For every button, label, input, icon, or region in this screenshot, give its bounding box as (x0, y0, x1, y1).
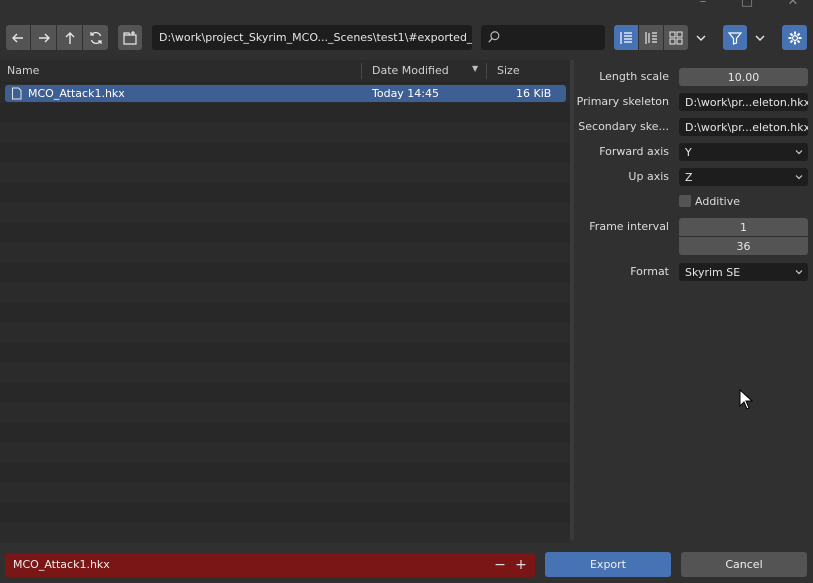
chevron-down-icon (696, 35, 706, 41)
forward-axis-dropdown[interactable]: Y (679, 143, 808, 161)
list-row-background (0, 343, 570, 363)
list-row-background (0, 123, 570, 143)
chevron-down-icon (795, 175, 803, 180)
length-scale-label: Length scale (599, 70, 669, 83)
list-row-background (0, 363, 570, 383)
list-row-background (0, 523, 570, 543)
cancel-button[interactable]: Cancel (681, 552, 807, 577)
length-scale-field[interactable]: 10.00 (679, 68, 808, 86)
column-header-size[interactable]: Size (497, 64, 520, 77)
list-row-background (0, 423, 570, 443)
options-region-button[interactable] (782, 25, 807, 50)
column-divider[interactable] (486, 63, 487, 79)
list-row-background (0, 243, 570, 263)
filter-settings-dropdown[interactable] (748, 25, 772, 50)
parent-directory-button[interactable] (57, 25, 82, 50)
refresh-button[interactable] (83, 25, 108, 50)
additive-checkbox[interactable] (679, 195, 691, 207)
format-value: Skyrim SE (685, 265, 741, 279)
list-row-background (0, 483, 570, 503)
list-row-background (0, 223, 570, 243)
new-directory-button[interactable] (118, 25, 142, 50)
back-button[interactable] (6, 25, 30, 50)
file-list-scrollbar[interactable] (570, 60, 574, 540)
display-thumbnails-button[interactable] (664, 25, 688, 50)
additive-label: Additive (695, 195, 740, 208)
frame-interval-label: Frame interval (589, 220, 669, 233)
primary-skeleton-field[interactable]: D:\work\pr...eleton.hkx (679, 93, 808, 111)
format-dropdown[interactable]: Skyrim SE (679, 263, 808, 281)
mouse-cursor-icon (739, 389, 753, 410)
file-date: Today 14:45 (372, 87, 440, 100)
filename-input[interactable]: MCO_Attack1.hkx (5, 553, 535, 577)
file-list[interactable] (0, 83, 570, 545)
file-list-header (0, 60, 574, 83)
gear-icon (788, 31, 801, 44)
file-name: MCO_Attack1.hkx (28, 87, 125, 100)
close-window-button[interactable]: ✕ (783, 0, 803, 9)
display-horizontal-list-button[interactable] (639, 25, 663, 50)
filter-toggle-button[interactable] (723, 25, 747, 50)
decrement-filename-button[interactable]: − (490, 553, 510, 577)
list-row-background (0, 163, 570, 183)
list-row-background (0, 403, 570, 423)
thumbnails-icon (669, 31, 683, 44)
chevron-down-icon (795, 270, 803, 275)
up-axis-label: Up axis (628, 170, 669, 183)
search-icon (488, 31, 500, 43)
filter-icon (727, 31, 743, 45)
directory-path-input[interactable]: D:\work\project_Skyrim_MCO..._Scenes\tes… (152, 25, 472, 50)
sort-descending-icon: ▼ (472, 64, 479, 73)
chevron-down-icon (795, 150, 803, 155)
chevron-down-icon (755, 35, 765, 41)
frame-interval-start-field[interactable]: 1 (679, 218, 808, 236)
list-row-background (0, 263, 570, 283)
up-axis-dropdown[interactable]: Z (679, 168, 808, 186)
list-row-background (0, 143, 570, 163)
list-row-background (0, 283, 570, 303)
file-icon (12, 87, 22, 100)
refresh-icon (89, 31, 102, 44)
vertical-list-icon (620, 31, 632, 44)
list-row-background (0, 503, 570, 523)
forward-button[interactable] (31, 25, 56, 50)
display-settings-dropdown[interactable] (689, 25, 713, 50)
display-vertical-list-button[interactable] (614, 25, 638, 50)
list-row-background (0, 303, 570, 323)
list-row-background (0, 203, 570, 223)
column-divider[interactable] (361, 63, 362, 79)
export-button[interactable]: Export (545, 552, 671, 577)
increment-filename-button[interactable]: + (511, 553, 531, 577)
primary-skeleton-label: Primary skeleton (576, 95, 669, 108)
arrow-up-icon (65, 31, 74, 44)
column-header-date[interactable]: Date Modified (372, 64, 449, 77)
column-header-name[interactable]: Name (7, 64, 39, 77)
forward-axis-label: Forward axis (599, 145, 669, 158)
list-row-background (0, 463, 570, 483)
arrow-right-icon (38, 33, 50, 42)
horizontal-list-icon (645, 31, 657, 44)
format-label: Format (630, 265, 669, 278)
arrow-left-icon (12, 33, 23, 42)
up-axis-value: Z (685, 170, 693, 184)
secondary-skeleton-label: Secondary ske... (578, 120, 669, 133)
frame-interval-end-field[interactable]: 36 (679, 237, 808, 255)
list-row-background (0, 443, 570, 463)
title-strip (0, 0, 813, 24)
minimize-button[interactable]: – (693, 0, 713, 9)
file-size: 16 KiB (516, 87, 552, 100)
secondary-skeleton-field[interactable]: D:\work\pr...eleton.hkx (679, 118, 808, 136)
new-folder-icon (123, 30, 137, 45)
forward-axis-value: Y (685, 145, 692, 159)
maximize-button[interactable]: □ (737, 0, 757, 9)
list-row-background (0, 383, 570, 403)
list-row-background (0, 183, 570, 203)
search-input[interactable] (481, 25, 605, 50)
list-row-background (0, 323, 570, 343)
list-row-background (0, 103, 570, 123)
